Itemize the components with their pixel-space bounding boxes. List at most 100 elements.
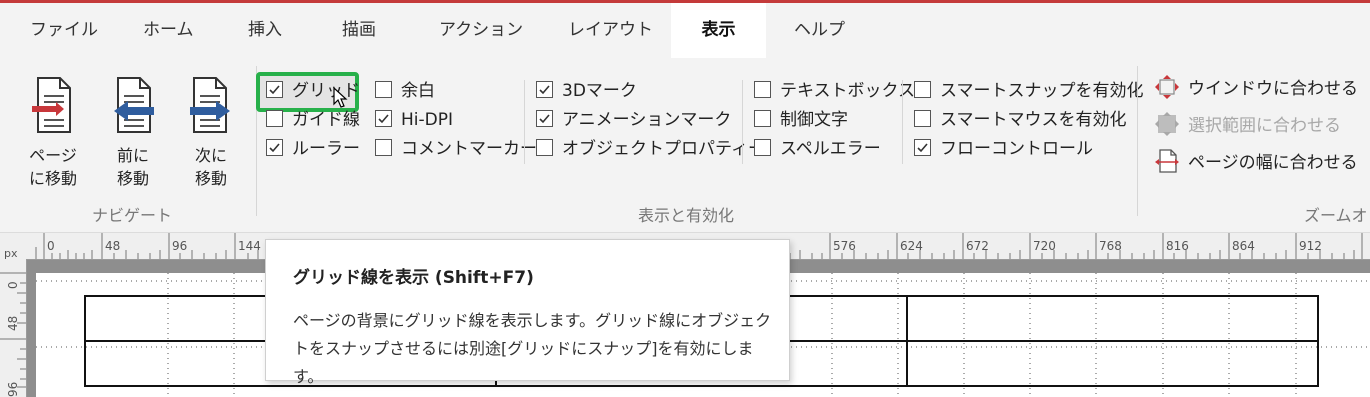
tab-action[interactable]: アクション [439, 3, 523, 58]
guide-lines-checkbox[interactable]: ガイド線 [266, 107, 360, 133]
fit-page-width-button[interactable]: ページの幅に合わせる [1154, 149, 1358, 177]
tab-help[interactable]: ヘルプ [794, 3, 845, 58]
checkbox-unchecked-icon [536, 138, 553, 156]
animation-mark-label: アニメーションマーク [562, 110, 732, 130]
flow-control-label: フローコントロール [940, 139, 1093, 159]
ruler-tick-label: 144 [238, 239, 261, 253]
group-separator [1137, 66, 1138, 216]
next-page-icon [190, 77, 230, 133]
margin-checkbox[interactable]: 余白 [375, 78, 435, 104]
comment-marker-label: コメントマーカー [401, 139, 537, 159]
tooltip-title: グリッド線を表示 (Shift+F7) [293, 268, 534, 288]
previous-page-button[interactable]: 前に 移動 [98, 76, 168, 190]
display-group-label: 表示と有効化 [638, 206, 735, 225]
ruler-checkbox[interactable]: ルーラー [266, 136, 360, 162]
object-properties-checkbox[interactable]: オブジェクトプロパティー [536, 136, 765, 162]
hi-dpi-label: Hi-DPI [401, 110, 453, 130]
fit-selection-label: 選択範囲に合わせる [1188, 116, 1341, 136]
3d-mark-checkbox[interactable]: 3Dマーク [536, 78, 637, 104]
ruler-tick-label: 576 [833, 239, 856, 253]
ruler-tick-label: 864 [1232, 239, 1255, 253]
go-to-page-button[interactable]: ページ に移動 [18, 76, 88, 190]
checkbox-checked-icon [536, 109, 553, 127]
tab-home[interactable]: ホーム [143, 3, 194, 58]
vertical-ruler-tick-label: 96 [6, 381, 20, 397]
tab-file[interactable]: ファイル [30, 3, 98, 58]
fit-page-width-label: ページの幅に合わせる [1188, 153, 1358, 173]
checkbox-unchecked-icon [266, 109, 283, 127]
smart-mouse-label: スマートマウスを有効化 [940, 110, 1127, 130]
column-separator [524, 80, 525, 164]
checkbox-checked-icon [914, 138, 931, 156]
navigate-group-label: ナビゲート [92, 206, 173, 225]
go-to-page-label-2: に移動 [28, 169, 77, 188]
checkbox-checked-icon [536, 80, 553, 98]
flow-control-checkbox[interactable]: フローコントロール [914, 136, 1093, 162]
spelling-errors-label: スペルエラー [780, 139, 881, 159]
hi-dpi-checkbox[interactable]: Hi-DPI [375, 107, 453, 133]
ruler-tick-label: 672 [966, 239, 989, 253]
go-to-page-label-1: ページ [29, 146, 77, 165]
text-box-checkbox[interactable]: テキストボックス [754, 78, 915, 104]
fit-window-label: ウインドウに合わせる [1188, 79, 1358, 99]
tab-insert[interactable]: 挿入 [248, 3, 282, 58]
comment-marker-checkbox[interactable]: コメントマーカー [375, 136, 537, 162]
object-properties-label: オブジェクトプロパティー [562, 139, 765, 159]
checkbox-unchecked-icon [914, 80, 931, 98]
checkbox-checked-icon [375, 109, 392, 127]
3d-mark-label: 3Dマーク [562, 81, 637, 101]
guide-lines-label: ガイド線 [292, 110, 360, 130]
checkbox-unchecked-icon [375, 138, 392, 156]
vertical-ruler[interactable]: 0 48 96 [0, 259, 27, 397]
smart-mouse-checkbox[interactable]: スマートマウスを有効化 [914, 107, 1127, 133]
grid-tooltip: グリッド線を表示 (Shift+F7) ページの背景にグリッド線を表示します。グ… [265, 239, 790, 386]
ruler-tick-label: 912 [1299, 239, 1322, 253]
checkbox-unchecked-icon [914, 109, 931, 127]
ruler-tick-label: 624 [900, 239, 923, 253]
previous-page-icon [114, 77, 154, 133]
ruler-tick-label: 720 [1033, 239, 1056, 253]
smart-snap-checkbox[interactable]: スマートスナップを有効化 [914, 78, 1144, 104]
control-characters-label: 制御文字 [780, 110, 848, 130]
animation-mark-checkbox[interactable]: アニメーションマーク [536, 107, 731, 133]
tooltip-body: ページの背景にグリッド線を表示します。グリッド線にオブジェクトをスナップさせるに… [293, 311, 772, 386]
fit-selection-button[interactable]: 選択範囲に合わせる [1154, 112, 1341, 140]
ruler-tick-label: 816 [1166, 239, 1189, 253]
next-page-button[interactable]: 次に 移動 [176, 76, 246, 190]
ruler-tick-label: 48 [105, 239, 121, 253]
checkbox-unchecked-icon [754, 138, 771, 156]
grid-label: グリッド [292, 81, 360, 101]
checkbox-checked-icon [266, 80, 283, 98]
checkbox-unchecked-icon [754, 109, 771, 127]
zoom-group-label: ズームオ [1304, 206, 1368, 225]
next-page-label-2: 移動 [194, 169, 227, 188]
ruler-label: ルーラー [292, 139, 360, 159]
fit-selection-icon [1155, 112, 1179, 136]
previous-page-label-2: 移動 [116, 169, 149, 188]
go-to-page-icon [32, 77, 71, 133]
fit-page-width-icon [1155, 149, 1179, 173]
spelling-errors-checkbox[interactable]: スペルエラー [754, 136, 881, 162]
ruler-tick-label: 96 [172, 239, 188, 253]
previous-page-label-1: 前に [116, 146, 149, 165]
ribbon-tabs: ファイル ホーム 挿入 描画 アクション レイアウト 表示 ヘルプ [0, 3, 1370, 58]
text-box-label: テキストボックス [780, 81, 915, 101]
mouse-cursor-icon [333, 87, 348, 108]
tab-layout[interactable]: レイアウト [568, 3, 653, 58]
tab-draw[interactable]: 描画 [342, 3, 376, 58]
checkbox-unchecked-icon [375, 80, 392, 98]
fit-window-icon [1155, 75, 1179, 99]
smart-snap-label: スマートスナップを有効化 [940, 81, 1144, 101]
tab-view[interactable]: 表示 [671, 3, 766, 58]
column-separator [742, 80, 743, 164]
next-page-label-1: 次に [194, 146, 227, 165]
column-separator [902, 80, 903, 164]
vertical-ruler-tick-label: 0 [6, 281, 20, 289]
ribbon-panel: ページ に移動 前に 移動 次に 移動 ナビゲート グリッド ガイド線 ルーラー… [0, 58, 1370, 233]
fit-window-button[interactable]: ウインドウに合わせる [1154, 75, 1358, 103]
checkbox-unchecked-icon [754, 80, 771, 98]
vertical-ruler-tick-label: 48 [6, 315, 20, 331]
control-characters-checkbox[interactable]: 制御文字 [754, 107, 848, 133]
checkbox-checked-icon [266, 138, 283, 156]
ruler-tick-label: 768 [1099, 239, 1122, 253]
